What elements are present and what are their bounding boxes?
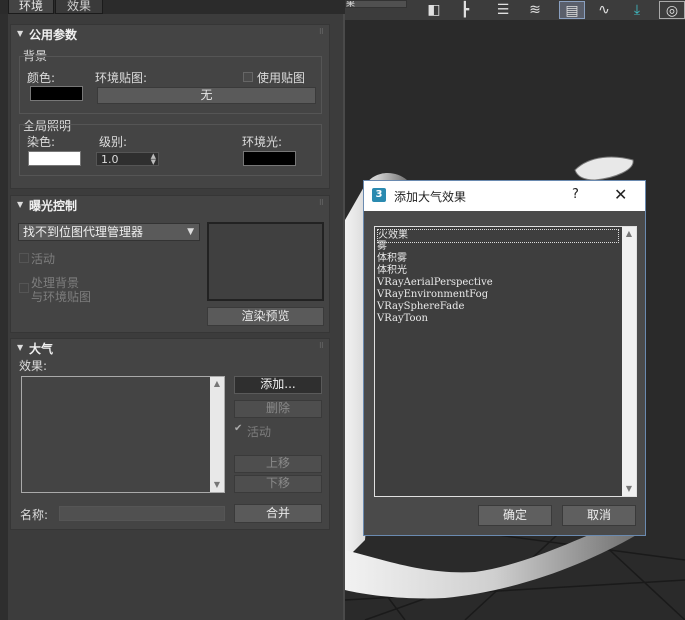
background-color-swatch[interactable] <box>30 86 83 101</box>
align-icon[interactable]: ┣ <box>453 1 477 19</box>
grip-icon: ⠿ <box>318 28 324 36</box>
env-map-label: 环境贴图: <box>95 71 148 85</box>
color-label: 颜色: <box>27 71 56 85</box>
delete-effect-button[interactable]: 删除 <box>234 400 322 418</box>
rollout-title: 曝光控制 <box>29 199 78 213</box>
scroll-up-icon[interactable]: ▲ <box>622 229 636 239</box>
rollout-title: 大气 <box>29 342 54 356</box>
scene-explorer-icon[interactable]: ☰ <box>491 1 515 19</box>
ok-button[interactable]: 确定 <box>478 505 552 526</box>
curve-editor-icon[interactable]: ∿ <box>591 1 617 19</box>
mirror-icon[interactable]: ◧ <box>423 1 445 19</box>
rollout-header[interactable]: ▼ 大气 ⠿ <box>11 339 329 357</box>
exposure-preview-image <box>207 222 324 301</box>
scroll-down-icon[interactable]: ▼ <box>210 480 224 490</box>
material-editor-icon[interactable]: ◎ <box>659 1 685 19</box>
effect-active-check-icon[interactable]: ✔ <box>234 423 242 434</box>
level-value: 1.0 <box>101 153 119 166</box>
process-background-label-2: 与环境贴图 <box>31 290 92 304</box>
toolbar-dropdown-label: 果 <box>346 0 356 8</box>
tint-label: 染色: <box>27 135 56 149</box>
grip-icon: ⠿ <box>318 199 324 207</box>
close-button[interactable]: ✕ <box>614 185 627 204</box>
dialog-titlebar[interactable]: 3 添加大气效果 ? ✕ <box>364 181 645 211</box>
render-preview-button[interactable]: 渲染预览 <box>207 307 324 326</box>
tab-strip: 环境 效果 <box>0 0 345 14</box>
effect-type-list[interactable]: 火效果 雾 体积雾 体积光 VRayAerialPerspective VRay… <box>374 226 637 497</box>
move-down-button[interactable]: 下移 <box>234 475 322 493</box>
scene-object-head[interactable] <box>574 156 634 181</box>
global-lighting-group <box>19 124 322 176</box>
dialog-title: 添加大气效果 <box>394 190 467 204</box>
effects-label: 效果: <box>19 359 48 373</box>
effect-name-field[interactable] <box>59 506 225 521</box>
level-spinner[interactable]: 1.0 ▲ ▼ <box>96 152 159 166</box>
exposure-active-checkbox[interactable] <box>19 253 29 263</box>
cancel-button[interactable]: 取消 <box>562 505 636 526</box>
ambient-label: 环境光: <box>242 135 283 149</box>
app-icon: 3 <box>372 188 386 202</box>
dialog-list-scrollbar[interactable]: ▲ ▼ <box>622 227 636 496</box>
exposure-type-value: 找不到位图代理管理器 <box>23 225 144 239</box>
collapse-arrow-icon: ▼ <box>17 29 24 38</box>
process-background-checkbox[interactable] <box>19 283 29 293</box>
add-effect-button[interactable]: 添加... <box>234 376 322 394</box>
download-icon[interactable]: ⤓ <box>625 1 649 19</box>
level-label: 级别: <box>99 135 128 149</box>
exposure-active-label: 活动 <box>31 252 56 266</box>
rollout-atmosphere: ▼ 大气 ⠿ 效果: ▲ ▼ 添加... 删除 ✔ 活动 上移 下移 名称: 合… <box>10 338 330 530</box>
use-map-label: 使用贴图 <box>257 71 306 85</box>
effect-list-item[interactable]: VRaySphereFade <box>377 301 464 313</box>
rollout-common-parameters: ▼ 公用参数 ⠿ 背景 颜色: 环境贴图: 使用贴图 无 全局照明 染色: 级别… <box>10 24 330 189</box>
panel-left-strip <box>0 14 8 620</box>
effect-list-item[interactable]: VRayToon <box>377 313 428 325</box>
effects-list[interactable]: ▲ ▼ <box>21 376 225 493</box>
use-map-checkbox[interactable] <box>243 72 253 82</box>
rollout-header[interactable]: ▼ 公用参数 ⠿ <box>11 25 329 43</box>
layer-manager-icon[interactable]: ≋ <box>523 1 547 19</box>
effect-active-label: 活动 <box>247 425 272 439</box>
effect-list-item[interactable]: 火效果 <box>377 229 619 243</box>
main-toolbar: 果 ◧ ┣ ☰ ≋ ▤ ∿ ⤓ ◎ <box>345 0 685 20</box>
name-label: 名称: <box>20 508 49 522</box>
tab-effects[interactable]: 效果 <box>55 0 103 14</box>
tint-color-swatch[interactable] <box>28 151 81 166</box>
rollout-header[interactable]: ▼ 曝光控制 ⠿ <box>11 196 329 214</box>
scroll-up-icon[interactable]: ▲ <box>210 379 224 389</box>
effect-list-item[interactable]: VRayAerialPerspective <box>377 277 493 289</box>
chevron-down-icon: ▼ <box>187 227 194 237</box>
move-up-button[interactable]: 上移 <box>234 455 322 473</box>
rollout-exposure-control: ▼ 曝光控制 ⠿ 找不到位图代理管理器 ▼ 活动 处理背景 与环境贴图 渲染预览 <box>10 195 330 333</box>
exposure-type-dropdown[interactable]: 找不到位图代理管理器 ▼ <box>18 223 200 241</box>
env-map-button[interactable]: 无 <box>97 87 316 104</box>
ribbon-toggle-icon[interactable]: ▤ <box>559 1 585 19</box>
collapse-arrow-icon: ▼ <box>17 343 24 352</box>
help-button[interactable]: ? <box>572 187 579 202</box>
effect-list-item[interactable]: 体积光 <box>377 265 407 277</box>
scroll-down-icon[interactable]: ▼ <box>622 484 636 494</box>
grip-icon: ⠿ <box>318 342 324 350</box>
add-atmospheric-effect-dialog: 3 添加大气效果 ? ✕ 火效果 雾 体积雾 体积光 VRayAerialPer… <box>363 180 646 536</box>
spinner-arrows-icon[interactable]: ▲ ▼ <box>151 153 156 166</box>
effect-list-item[interactable]: VRayEnvironmentFog <box>377 289 488 301</box>
tab-environment[interactable]: 环境 <box>8 0 54 14</box>
effect-list-item[interactable]: 雾 <box>377 241 387 253</box>
toolbar-dropdown[interactable]: 果 <box>345 0 407 8</box>
effects-list-scrollbar[interactable]: ▲ ▼ <box>210 377 224 492</box>
collapse-arrow-icon: ▼ <box>17 200 24 209</box>
merge-button[interactable]: 合并 <box>234 504 322 523</box>
effect-list-item[interactable]: 体积雾 <box>377 253 407 265</box>
rollout-title: 公用参数 <box>29 28 78 42</box>
ambient-color-swatch[interactable] <box>243 151 296 166</box>
